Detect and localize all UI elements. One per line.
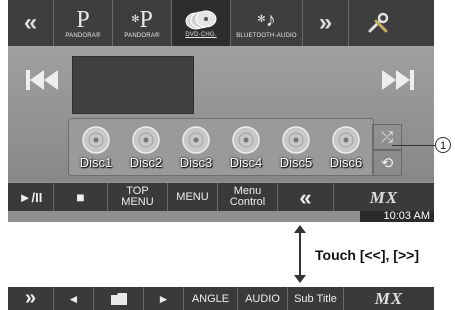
head-unit-screen: « P PANDORA® ✻P PANDORA® DVD-CHG. ✻♪ BLU… <box>8 0 434 222</box>
disc-1-button[interactable]: Disc1 <box>73 121 119 173</box>
disc-label: Disc1 <box>79 155 113 170</box>
disc-label: Disc5 <box>279 155 313 170</box>
setup-button[interactable] <box>349 0 406 46</box>
source-pandora-1-button[interactable]: P PANDORA® <box>54 0 113 46</box>
touch-hint-label: Touch [<<], [>>] <box>315 247 419 263</box>
callout-number: 1 <box>435 137 451 153</box>
source-label: BLUETOOTH-AUDIO <box>236 32 297 39</box>
menu-button[interactable]: MENU <box>168 183 218 211</box>
function-page-left-button[interactable]: « <box>278 183 334 211</box>
shuffle-icon: ⤮ <box>380 128 393 146</box>
disc-5-button[interactable]: Disc5 <box>273 121 319 173</box>
disc-icon <box>132 126 160 154</box>
disc-6-button[interactable]: Disc6 <box>323 121 369 173</box>
source-bluetooth-audio-button[interactable]: ✻♪ BLUETOOTH-AUDIO <box>231 0 303 46</box>
disc-3-button[interactable]: Disc3 <box>173 121 219 173</box>
repeat-icon: ⟲ <box>380 155 394 172</box>
disc-label: Disc2 <box>129 155 163 170</box>
source-label: DVD-CHG. <box>185 31 217 38</box>
arrow-down-icon <box>294 275 306 283</box>
skip-next-icon <box>382 70 414 90</box>
audio-button[interactable]: AUDIO <box>238 287 288 310</box>
mx-logo-button[interactable]: MX <box>344 287 434 310</box>
source-label: PANDORA® <box>124 32 160 39</box>
source-scroll-right-button[interactable]: » <box>303 0 349 46</box>
disc-icon <box>282 126 310 154</box>
alternate-function-bar: » ◄ ► ANGLE AUDIO Sub Title MX <box>8 287 434 310</box>
next-chapter-button[interactable]: ► <box>144 287 184 310</box>
disc-icon <box>232 126 260 154</box>
disc-icon <box>82 126 110 154</box>
disc-label: Disc6 <box>329 155 363 170</box>
function-page-right-button[interactable]: » <box>8 287 54 310</box>
mx-logo: MX <box>374 288 404 308</box>
disc-icon <box>332 126 360 154</box>
disc-label: Disc3 <box>179 155 213 170</box>
pandora-bt-logo-icon: ✻P <box>131 6 153 33</box>
callout-leader-line <box>392 145 436 146</box>
disc-2-button[interactable]: Disc2 <box>123 121 169 173</box>
source-pandora-2-button[interactable]: ✻P PANDORA® <box>113 0 172 46</box>
mx-logo-button[interactable]: MX <box>334 183 434 211</box>
menu-control-button[interactable]: Menu Control <box>218 183 278 211</box>
shuffle-button[interactable]: ⤮ <box>372 124 402 150</box>
wrench-screwdriver-icon <box>368 12 388 33</box>
disc-label: Disc4 <box>229 155 263 170</box>
subtitle-button[interactable]: Sub Title <box>288 287 344 310</box>
stop-button[interactable]: ■ <box>54 183 108 211</box>
angle-button[interactable]: ANGLE <box>184 287 238 310</box>
disc-selector-panel: Disc1 Disc2 Disc3 Disc4 Disc5 Disc6 <box>68 118 374 176</box>
album-art-area <box>72 56 194 114</box>
source-bar: « P PANDORA® ✻P PANDORA® DVD-CHG. ✻♪ BLU… <box>8 0 434 46</box>
player-main-area: Disc1 Disc2 Disc3 Disc4 Disc5 Disc6 ⤮ ⟲ <box>8 46 434 181</box>
folder-button[interactable] <box>94 287 144 310</box>
play-pause-button[interactable]: ►/II <box>8 183 54 211</box>
folder-icon <box>110 292 127 305</box>
previous-track-button[interactable] <box>22 60 62 100</box>
skip-previous-icon <box>26 70 58 90</box>
previous-chapter-button[interactable]: ◄ <box>54 287 94 310</box>
source-dvd-changer-button[interactable]: DVD-CHG. <box>172 0 231 46</box>
double-arrow-line <box>299 230 301 276</box>
next-track-button[interactable] <box>378 60 418 100</box>
clock: 10:03 AM <box>360 211 434 222</box>
disc-stack-icon <box>185 10 217 29</box>
mx-logo: MX <box>369 187 399 207</box>
source-scroll-left-button[interactable]: « <box>8 0 54 46</box>
disc-icon <box>182 126 210 154</box>
function-bar: ►/II ■ TOP MENU MENU Menu Control « MX <box>8 183 434 211</box>
bluetooth-music-icon: ✻♪ <box>257 8 276 31</box>
top-menu-button[interactable]: TOP MENU <box>108 183 168 211</box>
source-label: PANDORA® <box>65 32 101 39</box>
bluetooth-icon: ✻ <box>131 13 140 25</box>
disc-4-button[interactable]: Disc4 <box>223 121 269 173</box>
pandora-logo-icon: P <box>76 6 90 33</box>
repeat-button[interactable]: ⟲ <box>372 150 402 176</box>
